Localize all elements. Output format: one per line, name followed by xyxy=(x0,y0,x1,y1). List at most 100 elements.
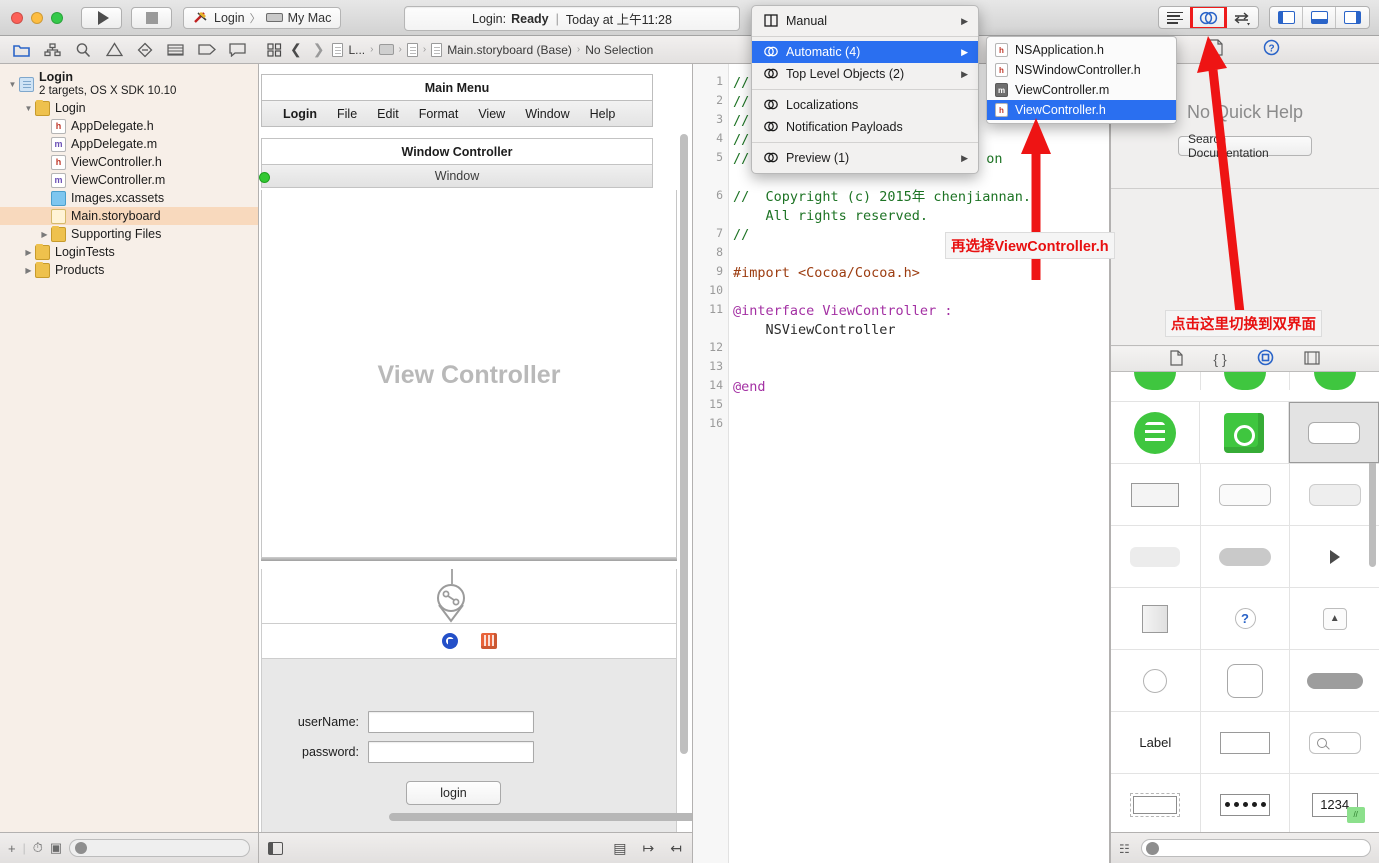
media-library-tab[interactable] xyxy=(1304,350,1320,368)
find-navigator-tab[interactable] xyxy=(72,40,94,60)
library-cell[interactable] xyxy=(1290,372,1379,390)
scene-dock[interactable] xyxy=(261,624,677,659)
tree-row-appdelegate-h[interactable]: h AppDelegate.h xyxy=(0,117,258,135)
file-menu-item-nswindowcontroller-h[interactable]: h NSWindowController.h xyxy=(987,60,1176,80)
library-cell[interactable] xyxy=(1111,464,1201,525)
navigator-footer[interactable]: + | ⏱ ▣ xyxy=(0,832,259,863)
library-cell[interactable]: Label xyxy=(1111,712,1201,773)
window-object-row[interactable]: Window xyxy=(259,164,653,188)
library-cell[interactable] xyxy=(1201,372,1291,390)
layout-tools[interactable]: ▤ ↦ ↤ xyxy=(613,840,682,857)
project-tree[interactable]: Login 2 targets, OS X SDK 10.10 Login h Ap… xyxy=(0,64,258,279)
library-cell[interactable] xyxy=(1111,588,1201,649)
storyboard-horizontal-scrollbar[interactable] xyxy=(389,813,692,821)
menu-bar-item-file[interactable]: File xyxy=(337,107,357,121)
library-footer[interactable]: ☷ xyxy=(1111,832,1379,863)
library-cell[interactable] xyxy=(1290,526,1379,587)
file-template-library-tab[interactable] xyxy=(1170,349,1183,369)
close-button[interactable] xyxy=(11,11,23,24)
login-button[interactable]: login xyxy=(406,781,501,805)
search-field-item[interactable] xyxy=(1308,731,1361,754)
library-cell[interactable] xyxy=(1201,464,1291,525)
twisty-icon[interactable] xyxy=(22,104,35,113)
assistant-editor-button[interactable] xyxy=(1190,7,1227,28)
library-cell[interactable] xyxy=(1111,650,1201,711)
wrapping-text-field-item[interactable] xyxy=(1130,792,1181,817)
library-cell[interactable] xyxy=(1201,526,1291,587)
square-button-item[interactable] xyxy=(1142,604,1169,633)
navigator-filter-field[interactable] xyxy=(69,839,250,857)
password-field[interactable] xyxy=(368,741,534,763)
jump-bar[interactable]: ❮ ❯ L... › › › Main.storyboard (Base) › … xyxy=(260,36,686,63)
test-navigator-tab[interactable] xyxy=(134,40,156,60)
library-cell[interactable] xyxy=(1290,650,1379,711)
menu-bar-item-format[interactable]: Format xyxy=(419,107,459,121)
round-button-item[interactable] xyxy=(1143,668,1168,693)
library-cell[interactable] xyxy=(1201,650,1291,711)
menu-bar-item-edit[interactable]: Edit xyxy=(377,107,399,121)
menu-bar-item-window[interactable]: Window xyxy=(525,107,569,121)
object-library-grid[interactable]: ? ▲ Label 1234// xyxy=(1111,372,1379,832)
rounded-square-button-item[interactable] xyxy=(1227,663,1263,698)
recessed-button-item[interactable] xyxy=(1130,546,1181,567)
symbol-navigator-tab[interactable] xyxy=(41,40,63,60)
forward-button[interactable]: ❯ xyxy=(310,41,328,58)
jumpbar-file[interactable]: Main.storyboard (Base) xyxy=(447,43,572,57)
jumpbar-project[interactable]: L... xyxy=(348,43,365,57)
login-form-area[interactable]: userName: password: login xyxy=(261,659,677,832)
debug-navigator-tab[interactable] xyxy=(165,40,187,60)
issue-navigator-tab[interactable] xyxy=(103,40,125,60)
help-button-item[interactable]: ? xyxy=(1234,608,1256,629)
disclosure-triangle-item[interactable] xyxy=(1329,549,1340,564)
secure-text-field-item[interactable] xyxy=(1220,793,1270,816)
tree-row-viewcontroller-m[interactable]: m ViewController.m xyxy=(0,171,258,189)
code-snippet-library-tab[interactable]: { } xyxy=(1213,351,1226,367)
twisty-icon[interactable] xyxy=(38,230,51,239)
main-menu-bar[interactable]: Login File Edit Format View Window Help xyxy=(261,100,653,127)
tree-item-list[interactable]: Login h AppDelegate.h m AppDelegate.m h ViewCo… xyxy=(0,99,258,279)
username-field[interactable] xyxy=(368,711,534,733)
twisty-icon[interactable] xyxy=(22,248,35,257)
first-responder-dock-icon[interactable] xyxy=(480,633,497,649)
resolve-issues-icon[interactable]: ↤ xyxy=(670,840,682,857)
toggle-debug-button[interactable] xyxy=(1303,7,1336,28)
recent-filter-icon[interactable]: ⏱ xyxy=(33,840,43,856)
version-editor-button[interactable] xyxy=(1225,7,1258,28)
storyboard-canvas[interactable]: Main Menu Login File Edit Format View Window H… xyxy=(259,64,693,832)
menu-bar-item-login[interactable]: Login xyxy=(283,107,317,121)
twisty-icon[interactable] xyxy=(6,80,19,89)
menu-item-localizations[interactable]: Localizations xyxy=(752,94,978,116)
tree-row-viewcontroller-h[interactable]: h ViewController.h xyxy=(0,153,258,171)
window-controller-scene[interactable]: Window Controller Window xyxy=(259,138,653,188)
menu-item-preview-1-[interactable]: Preview (1) ▶ xyxy=(752,147,978,169)
tree-row-appdelegate-m[interactable]: m AppDelegate.m xyxy=(0,135,258,153)
tree-row-products[interactable]: Products xyxy=(0,261,258,279)
rounded-rect-button-item[interactable] xyxy=(1219,483,1271,506)
pill-button-item[interactable] xyxy=(1306,672,1363,689)
library-cell[interactable] xyxy=(1200,402,1289,463)
menu-item-notification-payloads[interactable]: Notification Payloads xyxy=(752,116,978,138)
library-cell[interactable] xyxy=(1289,402,1379,463)
library-cell[interactable] xyxy=(1111,774,1201,832)
quick-help-tab[interactable]: ? xyxy=(1263,39,1280,60)
tree-row-supporting-files[interactable]: Supporting Files xyxy=(0,225,258,243)
menu-item-automatic-4-[interactable]: Automatic (4) ▶ xyxy=(752,41,978,63)
tree-row-images-xcassets[interactable]: Images.xcassets xyxy=(0,189,258,207)
library-filter-field[interactable] xyxy=(1141,839,1371,857)
view-controller-scene[interactable]: View Controller xyxy=(261,190,677,560)
segue-icon[interactable] xyxy=(428,581,474,625)
tree-row-project[interactable]: Login 2 targets, OS X SDK 10.10 xyxy=(0,69,258,99)
breakpoint-navigator-tab[interactable] xyxy=(196,40,218,60)
zoom-button[interactable] xyxy=(51,11,63,24)
jumpbar-selection[interactable]: No Selection xyxy=(585,43,653,57)
toggle-navigator-button[interactable] xyxy=(1270,7,1303,28)
project-navigator[interactable]: Login 2 targets, OS X SDK 10.10 Login h Ap… xyxy=(0,64,259,832)
library-cell[interactable] xyxy=(1111,526,1201,587)
align-icon[interactable]: ▤ xyxy=(613,840,626,857)
report-navigator-tab[interactable] xyxy=(227,40,249,60)
project-navigator-tab[interactable] xyxy=(10,40,32,60)
toggle-utilities-button[interactable] xyxy=(1336,7,1369,28)
source-control-filter-icon[interactable]: ▣ xyxy=(50,840,62,856)
gradient-button-item[interactable] xyxy=(1131,482,1180,507)
editor-mode-segment[interactable] xyxy=(1158,6,1259,29)
